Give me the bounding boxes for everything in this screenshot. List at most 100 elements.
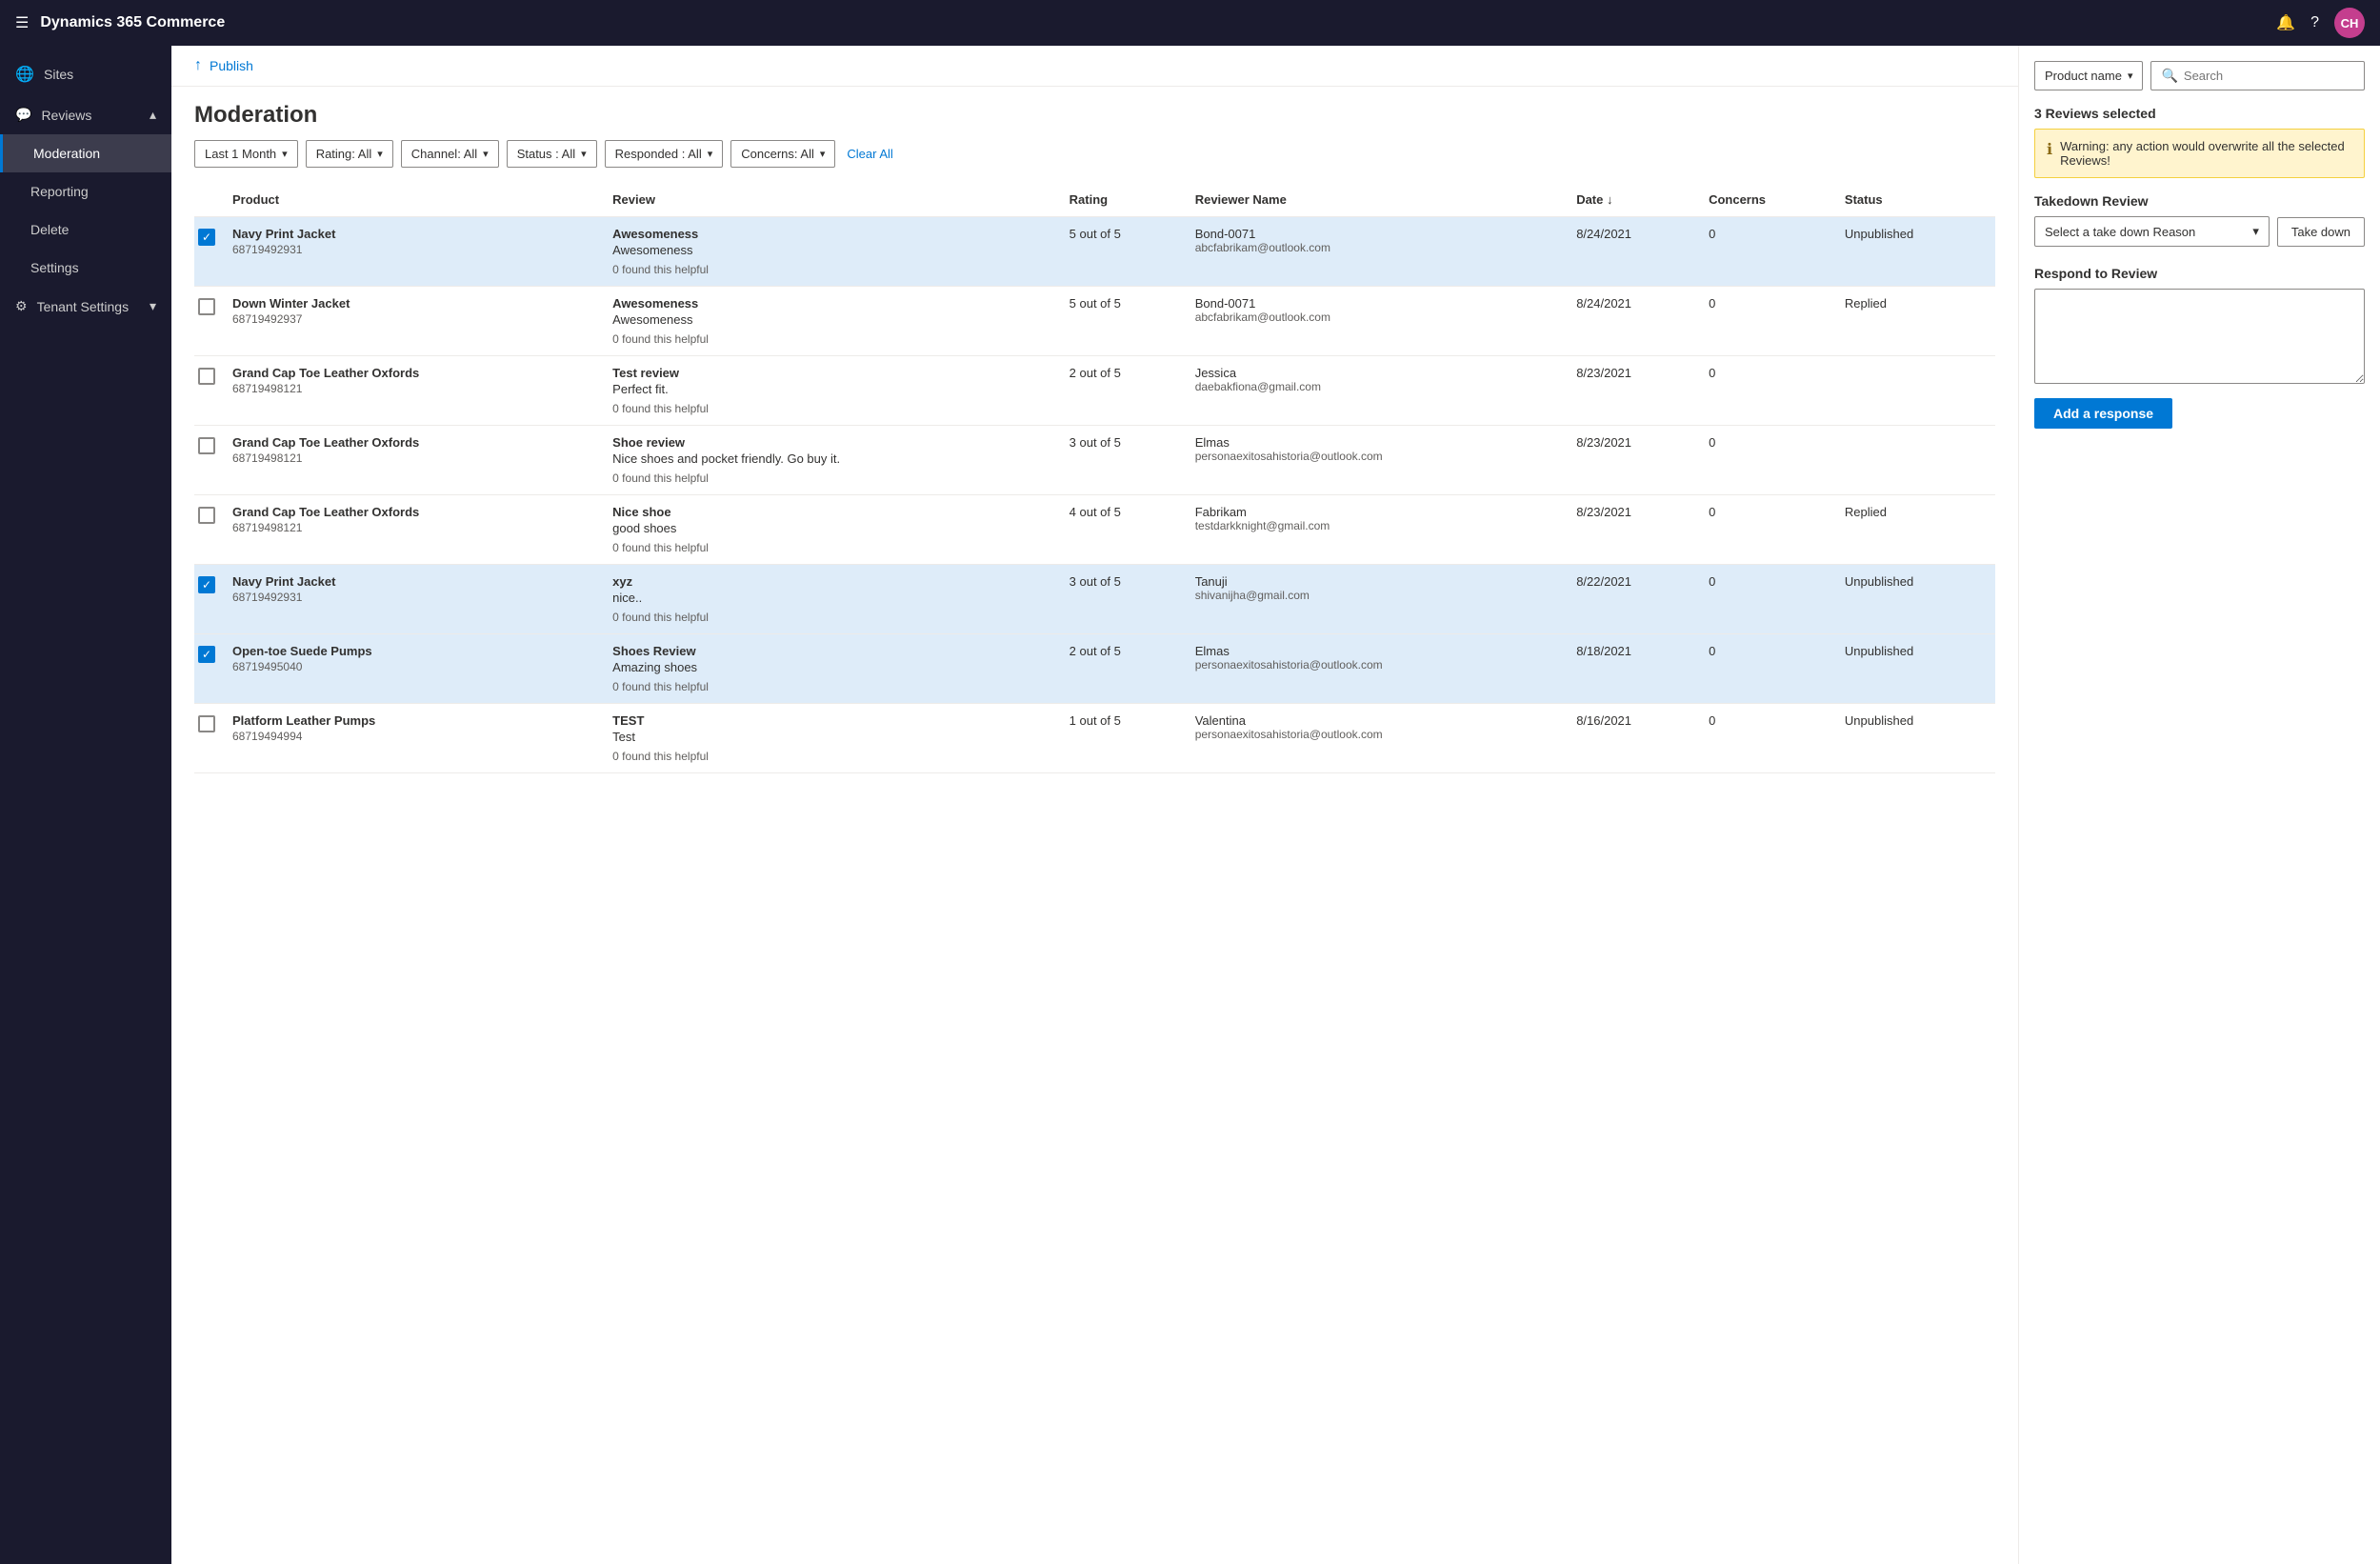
found-helpful: 0 found this helpful [612,402,1053,415]
notification-icon[interactable]: 🔔 [2276,13,2295,32]
col-reviewer-name: Reviewer Name [1188,183,1569,217]
col-date[interactable]: Date ↓ [1569,183,1701,217]
hamburger-icon[interactable]: ☰ [15,13,29,32]
row-status: Replied [1837,495,1995,565]
clear-all-button[interactable]: Clear All [847,147,892,161]
table-row[interactable]: Grand Cap Toe Leather Oxfords68719498121… [194,495,1995,565]
publish-arrow-icon: ↑ [194,57,202,74]
found-helpful: 0 found this helpful [612,471,1053,485]
row-rating: 3 out of 5 [1062,426,1188,495]
row-product: Navy Print Jacket68719492931 [225,217,605,287]
avatar[interactable]: CH [2334,8,2365,38]
respond-textarea[interactable] [2034,289,2365,384]
channel-filter[interactable]: Channel: All [401,140,499,168]
gear-icon: ⚙ [15,298,28,314]
reviewer-name: Jessica [1195,366,1561,380]
reviewer-name: Fabrikam [1195,505,1561,519]
responded-filter[interactable]: Responded : All [605,140,724,168]
publish-label: Publish [210,58,253,73]
table-row[interactable]: Platform Leather Pumps68719494994TESTTes… [194,704,1995,773]
rating-filter-label: Rating: All [316,147,372,161]
status-filter[interactable]: Status : All [507,140,597,168]
row-checkbox[interactable] [198,507,215,524]
product-name: Down Winter Jacket [232,296,597,311]
sidebar-item-delete[interactable]: Delete [0,211,171,249]
table-row[interactable]: ✓Navy Print Jacket68719492931xyznice..0 … [194,565,1995,634]
concerns-filter[interactable]: Concerns: All [730,140,835,168]
sidebar-item-tenant-settings[interactable]: ⚙ Tenant Settings ▾ [0,287,171,326]
row-product: Navy Print Jacket68719492931 [225,565,605,634]
table-row[interactable]: Grand Cap Toe Leather Oxfords68719498121… [194,356,1995,426]
product-name: Grand Cap Toe Leather Oxfords [232,366,597,380]
row-checkbox[interactable]: ✓ [198,576,215,593]
table-row[interactable]: Grand Cap Toe Leather Oxfords68719498121… [194,426,1995,495]
warning-text: Warning: any action would overwrite all … [2060,139,2352,168]
row-reviewer-name: Jessicadaebakfiona@gmail.com [1188,356,1569,426]
main-content: ↑ Publish Moderation Last 1 Month Rating… [171,46,2018,1564]
row-date: 8/22/2021 [1569,565,1701,634]
row-checkbox[interactable]: ✓ [198,646,215,663]
row-date: 8/16/2021 [1569,704,1701,773]
row-reviewer-name: Fabrikamtestdarkknight@gmail.com [1188,495,1569,565]
review-title: Test review [612,366,1053,380]
row-concerns: 0 [1701,287,1837,356]
review-title: xyz [612,574,1053,589]
row-checkbox-cell: ✓ [194,565,225,634]
add-response-button[interactable]: Add a response [2034,398,2172,429]
product-name: Navy Print Jacket [232,574,597,589]
table-container: Product Review Rating Reviewer Name Date… [171,183,2018,773]
sidebar-item-moderation[interactable]: Moderation [0,134,171,172]
reviewer-email: personaexitosahistoria@outlook.com [1195,728,1561,741]
row-status [1837,426,1995,495]
search-input[interactable] [2184,69,2354,83]
reviewer-email: personaexitosahistoria@outlook.com [1195,450,1561,463]
row-checkbox[interactable] [198,368,215,385]
publish-bar[interactable]: ↑ Publish [171,46,2018,87]
row-product: Grand Cap Toe Leather Oxfords68719498121 [225,356,605,426]
help-icon[interactable]: ? [2310,14,2319,31]
row-checkbox[interactable]: ✓ [198,229,215,246]
row-checkbox[interactable] [198,715,215,732]
review-title: Nice shoe [612,505,1053,519]
row-status: Replied [1837,287,1995,356]
row-date: 8/24/2021 [1569,217,1701,287]
row-review: Shoes ReviewAmazing shoes0 found this he… [605,634,1061,704]
rating-filter[interactable]: Rating: All [306,140,393,168]
review-body: Nice shoes and pocket friendly. Go buy i… [612,451,1053,466]
sidebar-item-reporting[interactable]: Reporting [0,172,171,211]
sidebar-item-sites[interactable]: 🌐 Sites [0,53,171,95]
table-row[interactable]: Down Winter Jacket68719492937Awesomeness… [194,287,1995,356]
sidebar-item-settings[interactable]: Settings [0,249,171,287]
row-reviewer-name: Tanujishivanijha@gmail.com [1188,565,1569,634]
row-checkbox[interactable] [198,437,215,454]
reviewer-name: Bond-0071 [1195,296,1561,311]
row-product: Open-toe Suede Pumps68719495040 [225,634,605,704]
row-status [1837,356,1995,426]
product-filter-dropdown[interactable]: Product name [2034,61,2143,90]
reviewer-email: abcfabrikam@outlook.com [1195,241,1561,254]
row-review: Nice shoegood shoes0 found this helpful [605,495,1061,565]
row-concerns: 0 [1701,704,1837,773]
sidebar-item-reviews[interactable]: 💬 Reviews ▴ [0,95,171,134]
row-checkbox[interactable] [198,298,215,315]
table-row[interactable]: ✓Open-toe Suede Pumps68719495040Shoes Re… [194,634,1995,704]
takedown-select[interactable]: Select a take down Reason ▾ [2034,216,2270,247]
warning-icon: ℹ [2047,140,2052,168]
col-review: Review [605,183,1061,217]
row-reviewer-name: Elmaspersonaexitosahistoria@outlook.com [1188,426,1569,495]
reviewer-email: shivanijha@gmail.com [1195,589,1561,602]
table-row[interactable]: ✓Navy Print Jacket68719492931Awesomeness… [194,217,1995,287]
review-title: Awesomeness [612,296,1053,311]
reviewer-name: Bond-0071 [1195,227,1561,241]
sidebar: 🌐 Sites 💬 Reviews ▴ Moderation Reporting… [0,46,171,1564]
review-body: nice.. [612,591,1053,605]
take-down-button[interactable]: Take down [2277,217,2365,247]
globe-icon: 🌐 [15,65,34,84]
found-helpful: 0 found this helpful [612,332,1053,346]
sidebar-label-delete: Delete [30,222,69,237]
selected-count: 3 Reviews selected [2034,106,2365,121]
date-filter[interactable]: Last 1 Month [194,140,298,168]
row-rating: 2 out of 5 [1062,356,1188,426]
review-title: Shoes Review [612,644,1053,658]
concerns-filter-label: Concerns: All [741,147,814,161]
